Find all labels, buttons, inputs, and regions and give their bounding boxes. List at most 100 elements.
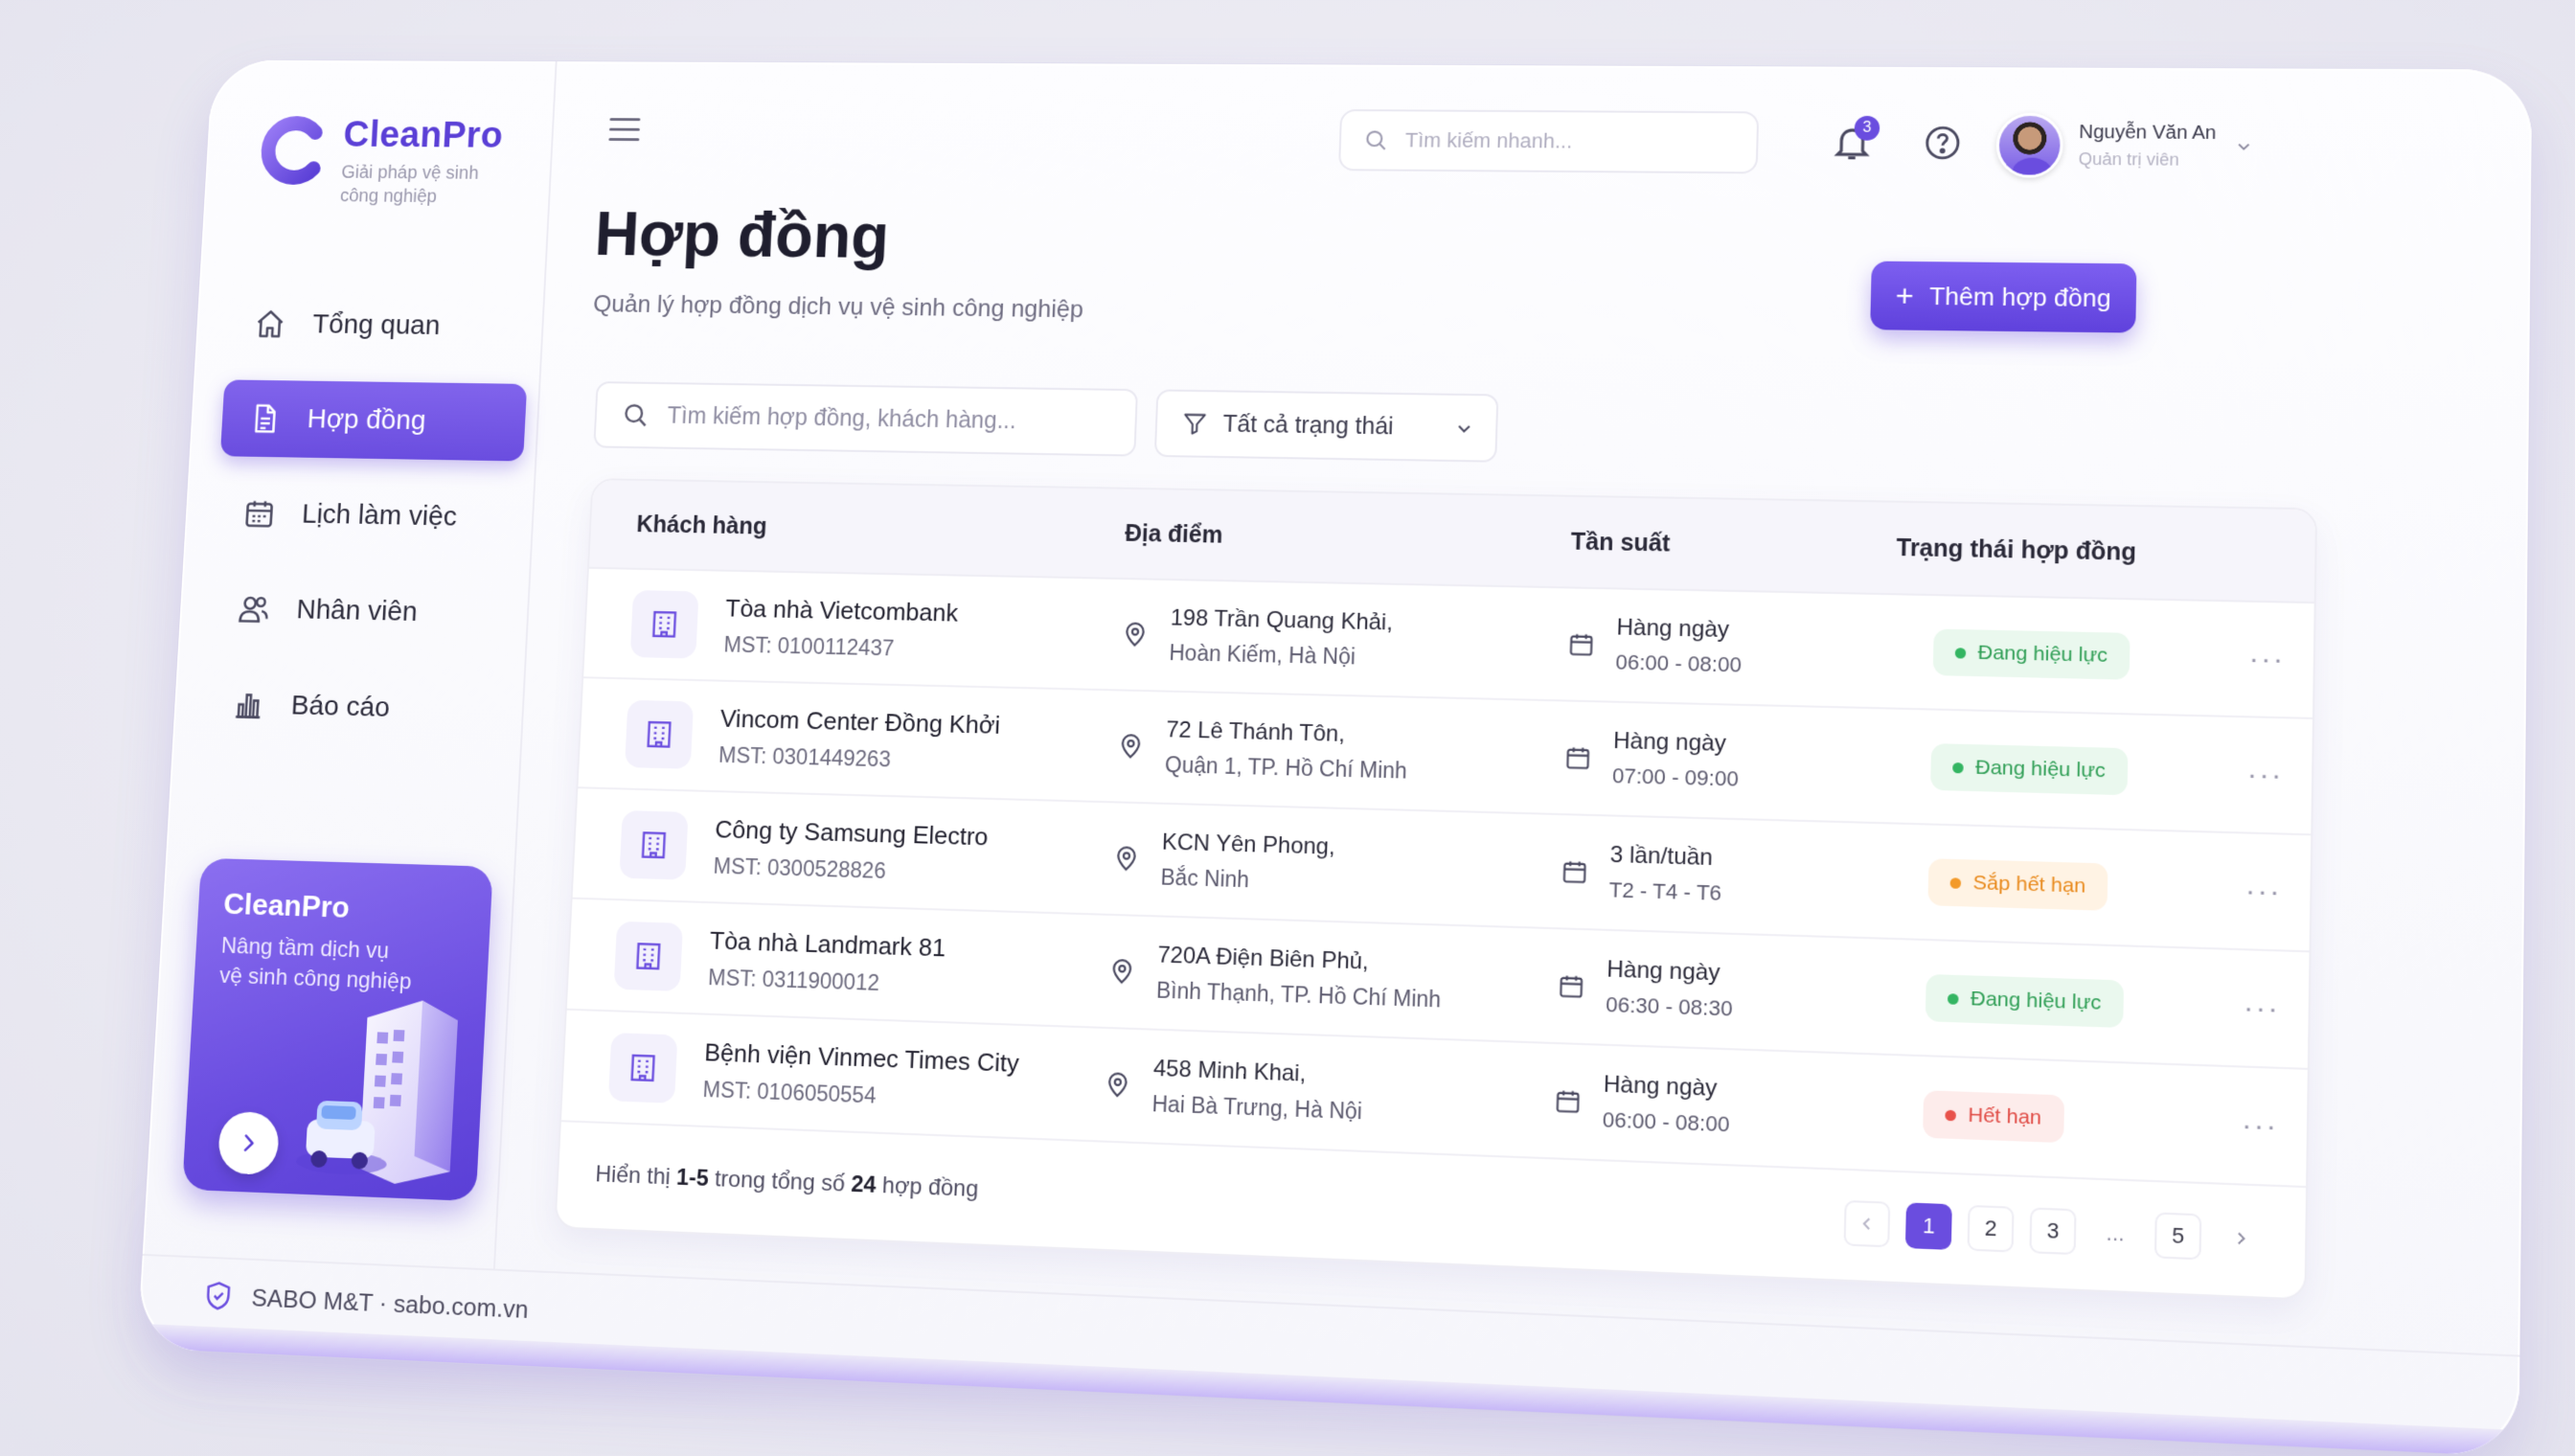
next-page-button[interactable] [2217, 1215, 2265, 1263]
brand[interactable]: CleanPro Giải pháp vệ sinh công nghiệp [257, 114, 505, 209]
client-tax-id: MST: 0106050554 [702, 1077, 1018, 1114]
frequency: Hàng ngày [1603, 1067, 1731, 1107]
calendar-icon [1554, 1087, 1582, 1116]
calendar-icon [1564, 744, 1592, 772]
sidebar-item-staff[interactable]: Nhân viên [209, 569, 517, 653]
calendar-icon [1558, 972, 1585, 1000]
search-icon [622, 401, 650, 429]
contracts-table: Khách hàng Địa điểm Tần suất Trạng thái … [554, 478, 2317, 1301]
notifications-badge: 3 [1854, 116, 1880, 141]
client-name[interactable]: Công ty Samsung Electro [715, 815, 989, 853]
location-pin-icon [1121, 620, 1151, 648]
client-tax-id: MST: 0301449263 [718, 742, 998, 775]
frequency: Hàng ngày [1616, 610, 1743, 648]
chevron-right-icon [2232, 1229, 2250, 1248]
add-contract-label: Thêm hợp đồng [1929, 282, 2111, 313]
calendar-icon [1567, 630, 1595, 658]
time-window: 06:00 - 08:00 [1602, 1103, 1730, 1143]
calendar-icon [240, 495, 278, 533]
users-icon [235, 590, 272, 627]
row-more-icon[interactable]: ··· [2218, 874, 2309, 910]
brand-name: CleanPro [342, 115, 504, 157]
frequency: Hàng ngày [1613, 724, 1741, 762]
sidebar-item-label: Tổng quan [311, 309, 441, 342]
client-tax-id: MST: 0311900012 [708, 965, 946, 998]
main-content: Tìm kiếm nhanh... 3 Nguyễn Văn An Quản t… [497, 61, 2533, 1354]
chevron-down-icon [2234, 137, 2254, 156]
client-tax-id: MST: 0100112437 [723, 632, 957, 663]
user-menu[interactable]: Nguyễn Văn An Quản trị viên [1995, 113, 2254, 179]
sidebar-item-label: Nhân viên [296, 594, 419, 627]
contract-search-placeholder: Tìm kiếm hợp đồng, khách hàng... [667, 402, 1016, 435]
quick-search-placeholder: Tìm kiếm nhanh... [1404, 128, 1572, 154]
row-more-icon[interactable]: ··· [2220, 758, 2311, 793]
status-filter-select[interactable]: Tất cả trạng thái [1154, 389, 1499, 462]
frequency: 3 lần/tuần [1609, 838, 1722, 876]
location-pin-icon [1116, 732, 1146, 761]
client-name[interactable]: Tòa nhà Vietcombank [725, 594, 959, 627]
page-subtitle: Quản lý hợp đồng dịch vụ vệ sinh công ng… [593, 289, 1084, 324]
home-icon [252, 306, 289, 342]
help-button[interactable] [1923, 124, 1963, 162]
column-header-location[interactable]: Địa điểm [1125, 520, 1571, 556]
location-line2: Bắc Ninh [1160, 860, 1334, 899]
promo-card: CleanPro Nâng tầm dịch vụ vệ sinh công n… [182, 858, 493, 1201]
chevron-down-icon [1453, 419, 1475, 440]
chevron-right-icon [237, 1130, 262, 1155]
status-badge: Đang hiệu lực [1930, 743, 2128, 795]
building-icon [630, 590, 699, 658]
row-more-icon[interactable]: ··· [2214, 1107, 2306, 1145]
document-icon [246, 400, 284, 438]
location-line2: Hai Bà Trưng, Hà Nội [1151, 1086, 1363, 1128]
calendar-icon [1561, 857, 1588, 885]
location-line1: KCN Yên Phong, [1161, 826, 1335, 865]
contract-search-input[interactable]: Tìm kiếm hợp đồng, khách hàng... [593, 381, 1138, 456]
client-name[interactable]: Tòa nhà Landmark 81 [709, 926, 946, 964]
row-more-icon[interactable]: ··· [2222, 642, 2313, 677]
sidebar-item-schedule[interactable]: Lịch làm việc [215, 474, 522, 557]
row-more-icon[interactable]: ··· [2216, 990, 2308, 1027]
page-button[interactable]: 3 [2029, 1207, 2076, 1255]
sidebar-item-reports[interactable]: Báo cáo [204, 665, 513, 750]
sidebar-nav: Tổng quan Hợp đồng Lịch làm việc Nhân vi… [202, 285, 532, 769]
quick-search-input[interactable]: Tìm kiếm nhanh... [1338, 109, 1759, 173]
sidebar-item-label: Lịch làm việc [301, 499, 457, 534]
location-line2: Hoàn Kiếm, Hà Nội [1169, 635, 1392, 674]
client-name[interactable]: Vincom Center Đồng Khởi [719, 704, 1000, 740]
status-badge: Đang hiệu lực [1933, 628, 2131, 679]
time-window: 07:00 - 09:00 [1612, 759, 1740, 797]
client-name[interactable]: Bệnh viện Vinmec Times City [704, 1037, 1020, 1079]
column-header-status[interactable]: Trạng thái hợp đồng [1896, 534, 2223, 568]
plus-icon: + [1895, 281, 1914, 311]
pagination-summary: Hiển thị 1-5 trong tổng số 24 hợp đồng [595, 1161, 979, 1203]
status-badge: Đang hiệu lực [1926, 974, 2124, 1028]
page-title: Hợp đồng [593, 198, 890, 273]
promo-next-button[interactable] [217, 1111, 281, 1175]
sidebar: CleanPro Giải pháp vệ sinh công nghiệp T… [143, 60, 558, 1269]
column-header-frequency[interactable]: Tần suất [1570, 528, 1897, 561]
location-pin-icon [1112, 844, 1142, 874]
building-cleaning-illustration-icon [285, 987, 477, 1191]
search-icon [1363, 128, 1388, 152]
page-button[interactable]: 5 [2154, 1212, 2201, 1260]
help-icon [1923, 124, 1963, 162]
column-header-client[interactable]: Khách hàng [591, 510, 1126, 547]
prev-page-button[interactable] [1843, 1200, 1890, 1247]
sidebar-item-contracts[interactable]: Hợp đồng [220, 379, 527, 461]
notifications-button[interactable]: 3 [1831, 122, 1875, 164]
building-icon [625, 700, 694, 769]
cleanpro-logo-icon [258, 114, 332, 187]
sidebar-item-overview[interactable]: Tổng quan [226, 285, 533, 366]
page-button[interactable]: 1 [1905, 1202, 1952, 1250]
menu-toggle-icon[interactable] [608, 118, 640, 142]
bar-chart-icon [230, 686, 267, 723]
add-contract-button[interactable]: + Thêm hợp đồng [1870, 262, 2136, 333]
shield-icon [202, 1279, 235, 1312]
page-button[interactable]: 2 [1968, 1205, 2015, 1253]
user-name: Nguyễn Văn An [2079, 122, 2217, 145]
building-icon [608, 1033, 678, 1103]
filter-icon [1181, 410, 1208, 437]
app-window: CleanPro Giải pháp vệ sinh công nghiệp T… [137, 60, 2532, 1456]
promo-title: CleanPro [222, 887, 350, 925]
time-window: T2 - T4 - T6 [1608, 873, 1721, 911]
